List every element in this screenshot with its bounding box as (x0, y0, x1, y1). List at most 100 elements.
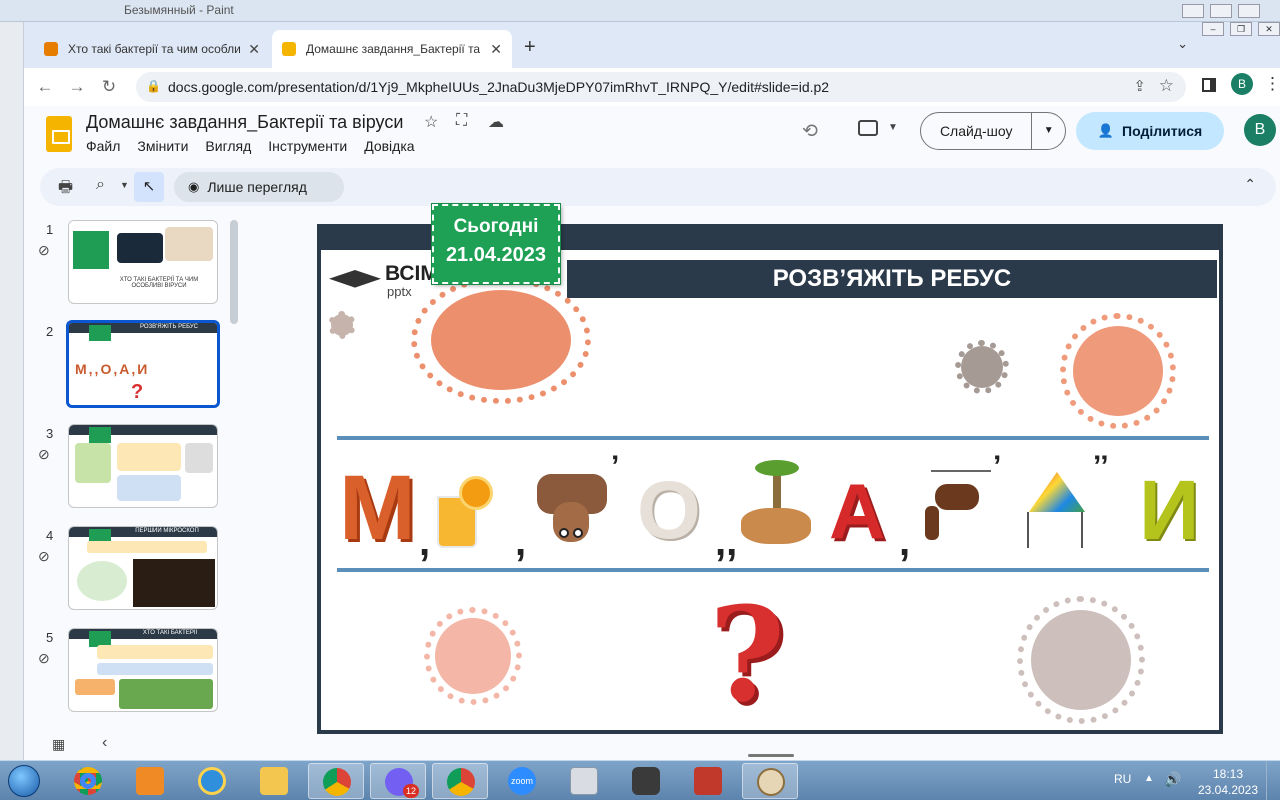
collapse-toolbar-icon[interactable]: ⌃ (1244, 176, 1256, 193)
cow-image (529, 468, 613, 548)
speaker-notes-handle[interactable] (748, 754, 794, 757)
taskbar-viber[interactable]: 12 (370, 763, 426, 799)
paint-palette-icon (757, 768, 785, 796)
slide-number: 4 (46, 528, 54, 543)
virus-image (1017, 596, 1145, 724)
calculator-icon (570, 767, 598, 795)
browser-toolbar: ← → ↻ 🔒 docs.google.com/presentation/d/1… (24, 68, 1280, 106)
divider-line (337, 568, 1209, 572)
version-history-icon[interactable]: ⟲ (802, 120, 818, 143)
move-to-folder-icon[interactable]: ⛶ (456, 112, 467, 130)
taskbar-camera[interactable] (618, 763, 674, 799)
tab-search-chevron-icon[interactable]: ⌄ (1177, 36, 1188, 52)
language-indicator[interactable]: RU (1114, 772, 1131, 786)
date-badge: Сьогодні 21.04.2023 (431, 203, 561, 285)
slideshow-dropdown-icon[interactable]: ▼ (1031, 113, 1065, 149)
share-page-icon[interactable]: ⇪ (1133, 77, 1146, 95)
eye-icon: ◉ (188, 179, 200, 194)
slides-logo-icon[interactable] (46, 116, 72, 152)
rebus-double-apostrophe: ’’ (1093, 450, 1109, 483)
link-icon: ⊘ (38, 242, 50, 258)
tab-bacteria-lesson[interactable]: Хто такі бактерії та чим особливі віруси… (34, 30, 270, 68)
taskbar-media-player[interactable] (122, 763, 178, 799)
rebus-comma: , (419, 520, 431, 564)
lock-icon[interactable]: 🔒 (146, 79, 161, 93)
slideshow-button[interactable]: Слайд-шоу ▼ (920, 112, 1066, 150)
collapse-filmstrip-icon[interactable]: ‹ (102, 734, 107, 752)
slide-thumbnail-3[interactable] (68, 424, 218, 508)
taskbar-calculator[interactable] (556, 763, 612, 799)
back-icon[interactable]: ← (32, 74, 58, 100)
slideshow-label[interactable]: Слайд-шоу (921, 123, 1031, 139)
taskbar-zoom[interactable]: zoom (494, 763, 550, 799)
thumb-caption: ХТО ТАКІ БАКТЕРІЇ (142, 630, 198, 636)
select-pointer-icon[interactable]: ↖ (134, 172, 164, 202)
minimize-button[interactable]: – (1202, 22, 1224, 36)
close-tab-icon[interactable]: ✕ (490, 41, 502, 58)
profile-avatar[interactable]: B (1231, 73, 1253, 95)
taskbar-chrome[interactable] (60, 763, 116, 799)
slide-thumbnail-5[interactable]: ХТО ТАКІ БАКТЕРІЇ (68, 628, 218, 712)
link-icon: ⊘ (38, 548, 50, 564)
slide-filmstrip: 1 ⊘ ХТО ТАКІ БАКТЕРІЇ ТА ЧИМ ОСОБЛИВІ ВІ… (24, 220, 240, 760)
slide-thumbnail-4[interactable]: ПЕРШИЙ МІКРОСКОП (68, 526, 218, 610)
address-bar[interactable]: 🔒 docs.google.com/presentation/d/1Yj9_Mk… (136, 72, 1186, 102)
taskbar-chrome-2[interactable] (432, 763, 488, 799)
print-icon[interactable]: 🖶 (58, 176, 73, 203)
slide-thumbnail-2[interactable]: РОЗВ'ЯЖІТЬ РЕБУС М,,О,А,И ? (66, 320, 220, 408)
star-icon[interactable]: ☆ (424, 112, 438, 132)
new-tab-icon[interactable]: + (524, 36, 536, 59)
zoom-dropdown-icon[interactable]: ▼ (120, 180, 129, 190)
menu-bar: Файл Змінити Вигляд Інструменти Довідка (86, 138, 415, 154)
reload-icon[interactable]: ↻ (96, 74, 122, 100)
show-desktop-button[interactable] (1266, 761, 1280, 800)
taskbar-explorer[interactable] (246, 763, 302, 799)
menu-view[interactable]: Вигляд (205, 138, 251, 154)
restore-button[interactable]: ❐ (1230, 22, 1252, 36)
rebus-letter-o: О (637, 465, 701, 556)
zoom-icon[interactable]: ⌕ (96, 176, 105, 194)
bg-maximize-button[interactable] (1210, 4, 1232, 18)
bookmark-star-icon[interactable]: ☆ (1159, 76, 1174, 96)
view-only-button[interactable]: ◉ Лише перегляд (174, 172, 344, 202)
filmstrip-scrollbar[interactable] (230, 220, 238, 324)
link-icon: ⊘ (38, 446, 50, 462)
url-text[interactable]: docs.google.com/presentation/d/1Yj9_Mkph… (168, 79, 829, 95)
meet-dropdown-icon[interactable]: ▼ (888, 122, 898, 133)
slide-content: ВСІМ pptx РОЗВ’ЯЖІТЬ РЕБУС М , , ’ О ,, … (321, 250, 1219, 730)
tray-expand-icon[interactable]: ▲ (1144, 773, 1154, 784)
menu-help[interactable]: Довідка (364, 138, 414, 154)
system-clock[interactable]: 18:13 23.04.2023 (1196, 766, 1260, 798)
menu-tools[interactable]: Інструменти (268, 138, 347, 154)
close-tab-icon[interactable]: ✕ (248, 41, 260, 58)
taskbar-chrome-profile[interactable] (308, 763, 364, 799)
taskbar-paint[interactable] (742, 763, 798, 799)
meet-camera-icon[interactable] (858, 120, 878, 136)
thumb-date-badge (89, 325, 111, 341)
bg-close-button[interactable] (1238, 4, 1260, 18)
orange-juice-image (433, 476, 505, 552)
virus-image (424, 607, 522, 705)
media-player-icon (136, 767, 164, 795)
brand-sub: pptx (387, 284, 412, 299)
cloud-status-icon[interactable]: ☁ (488, 112, 504, 132)
tab-homework[interactable]: Домашнє завдання_Бактерії та віруси ✕ (272, 30, 512, 68)
forward-icon[interactable]: → (64, 74, 90, 100)
share-button[interactable]: 👤 Поділитися (1076, 112, 1224, 150)
start-button[interactable] (2, 762, 46, 800)
thumb-image (117, 233, 163, 263)
more-menu-icon[interactable]: ⋮ (1264, 74, 1280, 94)
slide-canvas[interactable]: ВСІМ pptx РОЗВ’ЯЖІТЬ РЕБУС М , , ’ О ,, … (317, 203, 1223, 734)
slide-thumbnail-1[interactable]: ХТО ТАКІ БАКТЕРІЇ ТА ЧИМ ОСОБЛИВІ ВІРУСИ (68, 220, 218, 304)
bg-minimize-button[interactable] (1182, 4, 1204, 18)
document-title[interactable]: Домашнє завдання_Бактерії та віруси (86, 112, 403, 133)
grid-view-icon[interactable]: ▦ (52, 736, 65, 753)
close-window-button[interactable]: ✕ (1258, 22, 1280, 36)
taskbar-internet-explorer[interactable] (184, 763, 240, 799)
side-panel-icon[interactable] (1202, 78, 1216, 92)
user-avatar[interactable]: B (1244, 114, 1276, 146)
menu-edit[interactable]: Змінити (137, 138, 188, 154)
menu-file[interactable]: Файл (86, 138, 120, 154)
taskbar-app[interactable] (680, 763, 736, 799)
volume-icon[interactable]: 🔊 (1164, 771, 1181, 788)
